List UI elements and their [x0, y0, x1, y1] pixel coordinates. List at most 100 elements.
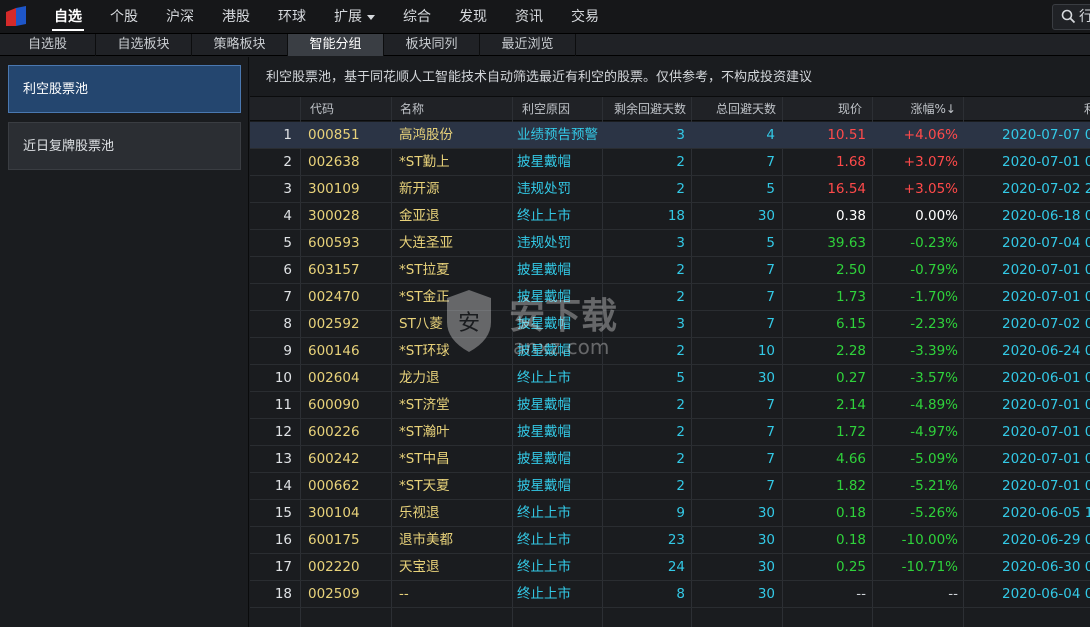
table-row[interactable]: 18 002509 -- 终止上市 8 30 -- -- 2020-06-04 0 [250, 581, 1090, 608]
sidebar-item-pool-0[interactable]: 利空股票池 [8, 65, 241, 113]
table-row[interactable]: 7 002470 *ST金正 披星戴帽 2 7 1.73 -1.70% 2020-07-01 0 [250, 284, 1090, 311]
table-row[interactable]: 16 600175 退市美都 终止上市 23 30 0.18 -10.00% 2020-06-2… [250, 527, 1090, 554]
remaining-days: 5 [676, 370, 685, 386]
remaining-days: 2 [676, 478, 685, 494]
stock-code: 600593 [308, 235, 360, 251]
nav-item-8[interactable]: 资讯 [501, 0, 557, 34]
stock-name: 天宝退 [399, 559, 440, 575]
current-price: 1.82 [835, 478, 866, 494]
table-row[interactable]: 11 600090 *ST济堂 披星戴帽 2 7 2.14 -4.89% 2020-07-01 … [250, 392, 1090, 419]
table-row[interactable]: 3 300109 新开源 违规处罚 2 5 16.54 +3.05% 2020-07-02 2 [250, 176, 1090, 203]
header-name[interactable]: 名称 [400, 97, 424, 121]
header-total-days[interactable]: 总回避天数 [694, 97, 776, 121]
change-percent: -0.23% [910, 235, 958, 251]
current-price: 1.72 [835, 424, 866, 440]
event-date: 2020-07-01 0 [1002, 154, 1090, 170]
change-percent: -10.00% [901, 532, 958, 548]
stock-code: 300109 [308, 181, 360, 197]
row-index: 8 [283, 316, 292, 332]
sub-tab-bar: 自选股 自选板块 策略板块 智能分组 板块同列 最近浏览 [0, 34, 1090, 56]
header-reason[interactable]: 利空原因 [522, 97, 570, 121]
stock-code: 002470 [308, 289, 360, 305]
table-row[interactable]: 6 603157 *ST拉夏 披星戴帽 2 7 2.50 -0.79% 2020-07-01 0 [250, 257, 1090, 284]
negative-reason: 披星戴帽 [517, 343, 571, 359]
total-days: 7 [766, 289, 775, 305]
total-days: 7 [766, 397, 775, 413]
sidebar-item-pool-1[interactable]: 近日复牌股票池 [8, 122, 241, 170]
stock-code: 002509 [308, 586, 360, 602]
table-row[interactable]: 8 002592 ST八菱 披星戴帽 3 7 6.15 -2.23% 2020-07-02 0 [250, 311, 1090, 338]
nav-item-5[interactable]: 扩展 [320, 0, 389, 34]
total-days: 5 [766, 181, 775, 197]
event-date: 2020-07-04 0 [1002, 235, 1090, 251]
table-row[interactable]: 4 300028 金亚退 终止上市 18 30 0.38 0.00% 2020-06-18 0 [250, 203, 1090, 230]
tab-1[interactable]: 自选板块 [96, 34, 192, 56]
remaining-days: 3 [676, 235, 685, 251]
current-price: -- [856, 586, 866, 602]
table-row[interactable]: 13 600242 *ST中昌 披星戴帽 2 7 4.66 -5.09% 2020-07-01 … [250, 446, 1090, 473]
nav-item-6[interactable]: 综合 [389, 0, 445, 34]
nav-item-0[interactable]: 自选 [40, 0, 96, 34]
event-date: 2020-07-07 0 [1002, 127, 1090, 143]
nav-item-2[interactable]: 沪深 [152, 0, 208, 34]
negative-reason: 终止上市 [517, 586, 571, 602]
header-date[interactable]: 利 [1084, 97, 1090, 121]
stock-name: 大连圣亚 [399, 235, 453, 251]
event-date: 2020-06-04 0 [1002, 586, 1090, 602]
table-row[interactable]: 5 600593 大连圣亚 违规处罚 3 5 39.63 -0.23% 2020-07-04 0 [250, 230, 1090, 257]
table-row[interactable]: 12 600226 *ST瀚叶 披星戴帽 2 7 1.72 -4.97% 2020-07-01 … [250, 419, 1090, 446]
total-days: 30 [757, 505, 775, 521]
table-row[interactable]: 17 002220 天宝退 终止上市 24 30 0.25 -10.71% 2020-06-30… [250, 554, 1090, 581]
search-button[interactable]: 行 [1052, 4, 1090, 30]
header-change-sorted[interactable]: 涨幅%↓ [874, 97, 956, 121]
nav-item-7[interactable]: 发现 [445, 0, 501, 34]
tab-5[interactable]: 最近浏览 [480, 34, 576, 56]
event-date: 2020-07-01 0 [1002, 424, 1090, 440]
row-index: 11 [274, 397, 292, 413]
remaining-days: 23 [667, 532, 685, 548]
header-price[interactable]: 现价 [790, 97, 862, 121]
change-percent: -2.23% [910, 316, 958, 332]
tab-3[interactable]: 智能分组 [288, 34, 384, 56]
tab-2[interactable]: 策略板块 [192, 34, 288, 56]
change-percent: -3.39% [910, 343, 958, 359]
pool-sidebar: 利空股票池近日复牌股票池 [0, 57, 249, 627]
header-code[interactable]: 代码 [310, 97, 334, 121]
total-days: 4 [766, 127, 775, 143]
table-row[interactable]: 2 002638 *ST勤上 披星戴帽 2 7 1.68 +3.07% 2020-07-01 0 [250, 149, 1090, 176]
nav-item-label: 扩展 [334, 9, 362, 25]
nav-item-9[interactable]: 交易 [557, 0, 613, 34]
remaining-days: 2 [676, 289, 685, 305]
total-days: 5 [766, 235, 775, 251]
negative-reason: 业绩预告预警 [517, 127, 598, 143]
nav-item-1[interactable]: 个股 [96, 0, 152, 34]
total-days: 30 [757, 370, 775, 386]
nav-item-label: 交易 [571, 9, 599, 25]
row-index: 4 [283, 208, 292, 224]
event-date: 2020-06-24 0 [1002, 343, 1090, 359]
table-row[interactable]: 9 600146 *ST环球 披星戴帽 2 10 2.28 -3.39% 2020-06-24 … [250, 338, 1090, 365]
app-logo-icon[interactable] [4, 6, 28, 28]
row-index: 2 [283, 154, 292, 170]
tab-4[interactable]: 板块同列 [384, 34, 480, 56]
table-row[interactable]: 14 000662 *ST天夏 披星戴帽 2 7 1.82 -5.21% 2020-07-01 … [250, 473, 1090, 500]
nav-item-3[interactable]: 港股 [208, 0, 264, 34]
current-price: 1.73 [835, 289, 866, 305]
nav-item-label: 个股 [110, 9, 138, 25]
stock-code: 002604 [308, 370, 360, 386]
current-price: 39.63 [827, 235, 866, 251]
event-date: 2020-07-02 0 [1002, 316, 1090, 332]
remaining-days: 9 [676, 505, 685, 521]
tab-0[interactable]: 自选股 [0, 34, 96, 56]
search-button-label: 行 [1079, 9, 1090, 25]
table-row[interactable]: 1 000851 高鸿股份 业绩预告预警 3 4 10.51 +4.06% 2020-07-07… [250, 122, 1090, 149]
nav-item-4[interactable]: 环球 [264, 0, 320, 34]
change-percent: 0.00% [915, 208, 958, 224]
stock-name: 金亚退 [399, 208, 440, 224]
current-price: 1.68 [835, 154, 866, 170]
event-date: 2020-06-30 0 [1002, 559, 1090, 575]
table-row[interactable]: 10 002604 龙力退 终止上市 5 30 0.27 -3.57% 2020-06-01 0 [250, 365, 1090, 392]
main-nav: 自选 个股 沪深 港股 环球 扩展 综合 发现 资讯 交易 [40, 0, 613, 34]
header-remaining-days[interactable]: 剩余回避天数 [604, 97, 686, 121]
table-row[interactable]: 15 300104 乐视退 终止上市 9 30 0.18 -5.26% 2020-06-05 1 [250, 500, 1090, 527]
